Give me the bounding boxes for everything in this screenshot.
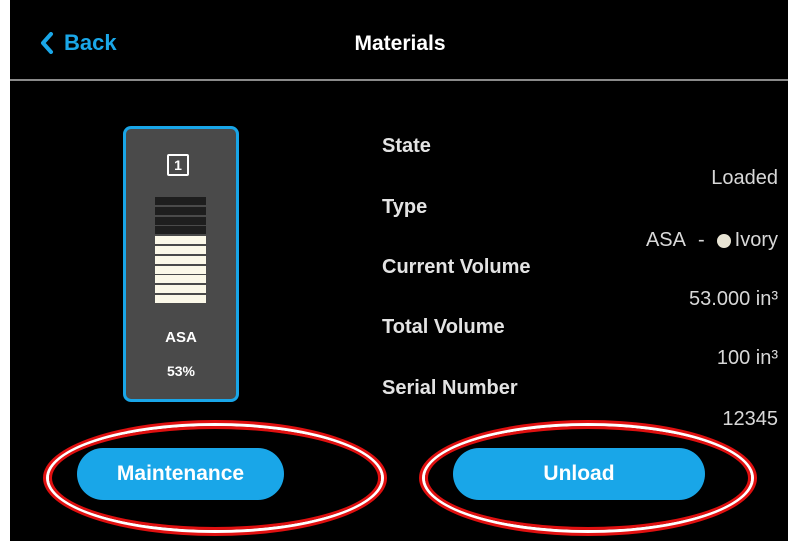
gauge-segment-filled <box>155 294 206 303</box>
gauge-segment-filled <box>155 236 206 245</box>
gauge-segment-filled <box>155 275 206 284</box>
gauge-segment-empty <box>155 197 206 205</box>
header-bar: Back Materials <box>10 0 788 80</box>
gauge-segment-filled <box>155 255 206 264</box>
gauge-segment-filled <box>155 265 206 274</box>
slot-number-badge: 1 <box>167 154 189 176</box>
total-volume-value: 100 in³ <box>716 347 778 369</box>
total-volume-label: Total Volume <box>382 316 505 338</box>
material-bay-card[interactable]: 1 ASA 53% <box>123 126 239 402</box>
type-color-name: Ivory <box>734 229 778 251</box>
unload-button[interactable]: Unload <box>453 448 705 500</box>
state-value: Loaded <box>711 167 778 189</box>
gauge-segment-filled <box>155 245 206 254</box>
color-dot-icon <box>716 233 731 248</box>
page-title: Materials <box>354 32 446 55</box>
gauge-segment-empty <box>155 206 206 215</box>
serial-number-label: Serial Number <box>382 377 518 399</box>
gauge-segment-empty <box>155 226 206 235</box>
serial-number-value: 12345 <box>722 408 778 430</box>
maintenance-button[interactable]: Maintenance <box>77 448 284 500</box>
card-material-type: ASA <box>165 329 197 346</box>
gauge-segment-empty <box>155 216 206 225</box>
material-level-gauge <box>155 197 206 303</box>
type-value: ASA - Ivory <box>646 229 778 252</box>
gauge-segment-filled <box>155 285 206 294</box>
type-material: ASA <box>645 229 686 251</box>
header-divider <box>10 79 788 81</box>
type-label: Type <box>382 196 428 218</box>
materials-screen: Back Materials 1 ASA 53% State Loaded Ty… <box>10 0 788 541</box>
state-label: State <box>382 135 431 157</box>
current-volume-value: 53.000 in³ <box>689 288 778 310</box>
card-fill-percent: 53% <box>166 363 196 379</box>
current-volume-label: Current Volume <box>382 256 531 278</box>
type-separator: - <box>697 229 705 251</box>
